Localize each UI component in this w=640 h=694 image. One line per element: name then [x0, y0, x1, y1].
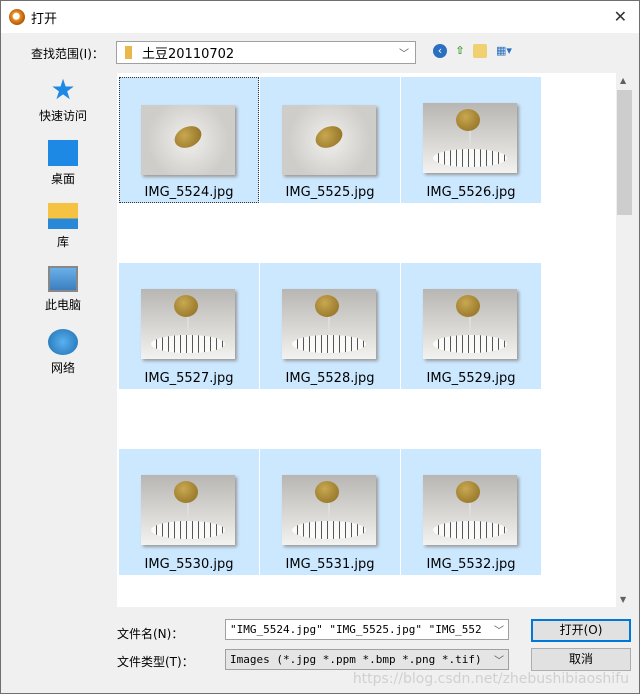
- file-name: IMG_5530.jpg: [144, 557, 234, 572]
- thumbnail-image: [141, 475, 235, 545]
- sidebar-item-label: 库: [56, 235, 69, 249]
- file-name: IMG_5528.jpg: [285, 371, 375, 386]
- desktop-icon: [48, 140, 78, 166]
- filename-label: 文件名(N)：: [117, 627, 184, 641]
- title-bar: 打开 ✕: [1, 1, 639, 33]
- sidebar-item-library[interactable]: 库: [15, 199, 111, 262]
- scrollbar[interactable]: ▲ ▼: [616, 73, 633, 607]
- sidebar-item-label: 此电脑: [44, 298, 81, 312]
- scroll-down-icon[interactable]: ▼: [620, 595, 626, 604]
- look-in-value: 土豆20110702: [142, 47, 235, 62]
- chevron-down-icon[interactable]: ﹀: [494, 652, 504, 667]
- open-button[interactable]: 打开(O): [531, 619, 631, 642]
- scrollbar-thumb[interactable]: [617, 90, 632, 215]
- cancel-button[interactable]: 取消: [531, 648, 631, 671]
- computer-icon: [48, 266, 78, 292]
- places-sidebar: ★ 快速访问 桌面 库 此电脑 网络: [15, 73, 111, 388]
- file-name: IMG_5531.jpg: [285, 557, 375, 572]
- file-name: IMG_5532.jpg: [426, 557, 516, 572]
- filetype-value: Images (*.jpg *.ppm *.bmp *.png *.tif): [230, 653, 482, 666]
- sidebar-item-desktop[interactable]: 桌面: [15, 136, 111, 199]
- file-list[interactable]: ▲ ▼ IMG_5524.jpg IMG_5525.jpg IMG_5526.jpg…: [117, 73, 633, 607]
- file-item[interactable]: IMG_5530.jpg: [119, 449, 259, 575]
- sidebar-item-label: 桌面: [50, 172, 75, 186]
- watermark: https://blog.csdn.net/zhebushibiaoshifu: [352, 671, 629, 687]
- file-name: IMG_5527.jpg: [144, 371, 234, 386]
- thumbnail-image: [423, 103, 517, 173]
- chevron-down-icon[interactable]: ﹀: [494, 622, 504, 637]
- file-name: IMG_5524.jpg: [144, 185, 234, 200]
- file-item[interactable]: IMG_5531.jpg: [260, 449, 400, 575]
- close-icon[interactable]: ✕: [614, 7, 627, 26]
- network-icon: [48, 329, 78, 355]
- sidebar-item-label: 快速访问: [38, 109, 87, 123]
- up-folder-icon[interactable]: ⇧: [453, 44, 467, 58]
- back-icon[interactable]: ‹: [433, 44, 447, 58]
- file-item[interactable]: IMG_5524.jpg: [119, 77, 259, 203]
- sidebar-item-this-pc[interactable]: 此电脑: [15, 262, 111, 325]
- star-icon: ★: [50, 73, 76, 106]
- app-icon: [9, 9, 25, 25]
- file-item[interactable]: IMG_5532.jpg: [401, 449, 541, 575]
- folder-icon: [125, 46, 132, 59]
- thumbnail-image: [141, 289, 235, 359]
- filename-value: "IMG_5524.jpg" "IMG_5525.jpg" "IMG_552: [230, 623, 482, 636]
- file-name: IMG_5525.jpg: [285, 185, 375, 200]
- sidebar-item-quick-access[interactable]: ★ 快速访问: [15, 73, 111, 136]
- scroll-up-icon[interactable]: ▲: [620, 76, 626, 85]
- file-name: IMG_5529.jpg: [426, 371, 516, 386]
- window-title: 打开: [31, 11, 58, 27]
- sidebar-item-network[interactable]: 网络: [15, 325, 111, 388]
- thumbnail-image: [282, 475, 376, 545]
- thumbnail-image: [423, 475, 517, 545]
- filetype-label: 文件类型(T)：: [117, 655, 194, 669]
- view-menu-icon[interactable]: ▦▾: [493, 44, 515, 58]
- file-name: IMG_5526.jpg: [426, 185, 516, 200]
- file-item[interactable]: IMG_5525.jpg: [260, 77, 400, 203]
- file-item[interactable]: IMG_5526.jpg: [401, 77, 541, 203]
- look-in-combo[interactable]: 土豆20110702 ﹀: [116, 41, 416, 64]
- chevron-down-icon: ﹀: [399, 49, 409, 60]
- filename-input[interactable]: "IMG_5524.jpg" "IMG_5525.jpg" "IMG_552 ﹀: [225, 619, 509, 640]
- thumbnail-image: [282, 105, 376, 175]
- sidebar-item-label: 网络: [50, 361, 75, 375]
- thumbnail-image: [423, 289, 517, 359]
- thumbnail-image: [282, 289, 376, 359]
- library-icon: [48, 203, 78, 229]
- file-item[interactable]: IMG_5529.jpg: [401, 263, 541, 389]
- new-folder-icon[interactable]: [473, 44, 487, 58]
- file-item[interactable]: IMG_5528.jpg: [260, 263, 400, 389]
- look-in-label: 查找范围(I)：: [31, 47, 104, 61]
- thumbnail-image: [141, 105, 235, 175]
- filetype-select[interactable]: Images (*.jpg *.ppm *.bmp *.png *.tif) ﹀: [225, 649, 509, 670]
- file-item[interactable]: IMG_5527.jpg: [119, 263, 259, 389]
